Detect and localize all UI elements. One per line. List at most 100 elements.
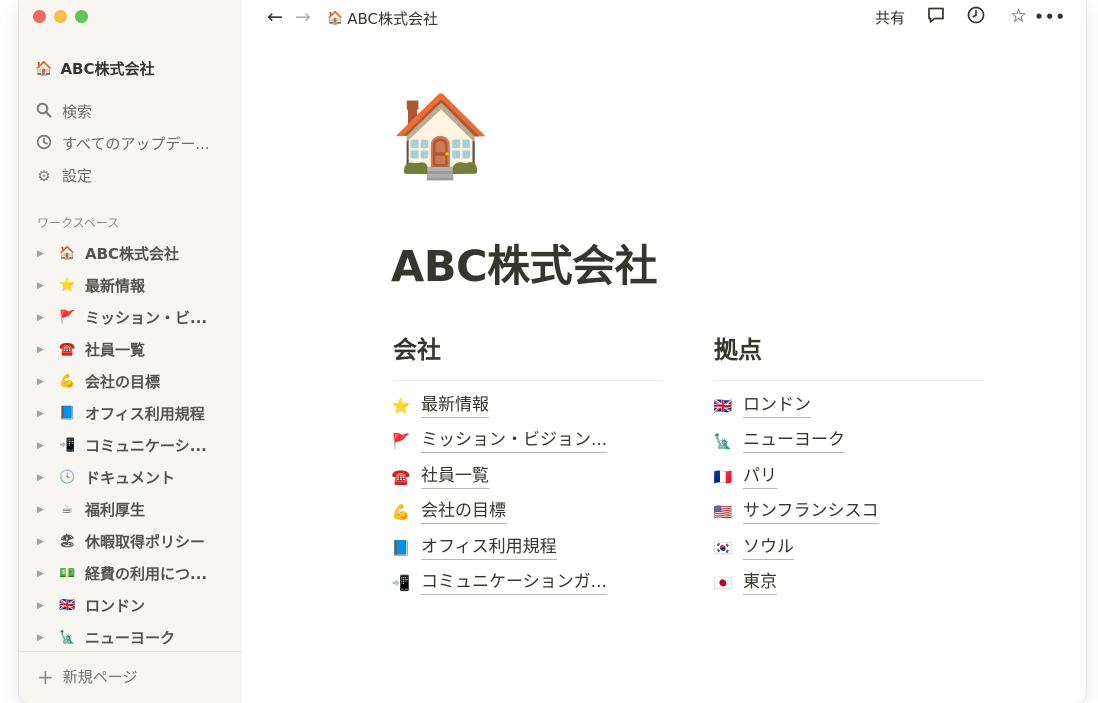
app-window: 🏠 ABC株式会社 検索 すべてのアップデー... ⚙ 設定 ワークスペース ▶… [19,0,1086,703]
sidebar-item-communication[interactable]: ▶ 📲 コミュニケーシ... [37,435,207,456]
sidebar-search[interactable]: 検索 [35,101,92,122]
expand-toggle-icon[interactable]: ▶ [37,473,49,483]
sidebar-item-label: 会社の目標 [85,373,161,391]
link-label: オフィス利用規程 [421,536,557,560]
link-seoul[interactable]: 🇰🇷 ソウル [713,536,794,560]
expand-toggle-icon[interactable]: ▶ [37,441,49,451]
sidebar-item-label: 福利厚生 [85,501,146,519]
expand-toggle-icon[interactable]: ▶ [37,569,49,579]
link-label: 最新情報 [421,394,489,418]
sidebar-item-label: コミュニケーシ... [85,437,207,455]
sidebar-item-newyork[interactable]: ▶ 🗽 ニューヨーク [37,627,175,648]
star-icon: ⭐ [59,278,76,293]
sidebar-item-abc[interactable]: ▶ 🏠 ABC株式会社 [37,243,179,264]
link-label: 会社の目標 [421,500,506,524]
link-goals[interactable]: 💪 会社の目標 [391,500,506,524]
sidebar-item-label: ABC株式会社 [85,245,180,263]
sidebar-settings[interactable]: ⚙ 設定 [35,165,92,186]
comment-icon[interactable] [926,5,946,30]
breadcrumb[interactable]: 🏠 ABC株式会社 [327,8,438,29]
link-london[interactable]: 🇬🇧 ロンドン [713,394,811,418]
blue-book-icon: 📘 [59,406,76,421]
sidebar-item-label: 社員一覧 [85,341,146,359]
back-arrow-icon[interactable]: ← [267,6,283,28]
page-house-icon[interactable]: 🏠 [391,88,491,184]
close-window-button[interactable] [33,10,46,23]
sidebar-item-vacation[interactable]: ▶ 🏖 休暇取得ポリシー [37,531,205,552]
offices-column-divider [714,380,984,381]
flexed-arm-icon: 💪 [391,503,411,521]
link-paris[interactable]: 🇫🇷 パリ [713,465,777,489]
sidebar-search-label: 検索 [62,103,93,121]
workspace-section-label: ワークスペース [37,216,120,230]
expand-toggle-icon[interactable]: ▶ [37,313,49,323]
house-icon: 🏠 [327,11,344,26]
blue-book-icon: 📘 [391,539,411,557]
expand-toggle-icon[interactable]: ▶ [37,537,49,547]
japan-flag-icon: 🇯🇵 [713,574,733,592]
link-tokyo[interactable]: 🇯🇵 東京 [713,571,777,595]
coffee-icon: ☕ [61,502,73,517]
beach-icon: 🏖 [59,534,76,549]
expand-toggle-icon[interactable]: ▶ [37,505,49,515]
sidebar-item-label: オフィス利用規程 [85,405,205,423]
link-label: ロンドン [743,394,811,418]
korea-flag-icon: 🇰🇷 [713,539,733,557]
sidebar-item-goals[interactable]: ▶ 💪 会社の目標 [37,371,160,392]
link-communication[interactable]: 📲 コミュニケーションガ... [391,571,607,595]
sidebar-item-label: 経費の利用につ... [85,565,208,583]
house-icon: 🏠 [35,60,53,77]
top-bar: ← → 🏠 ABC株式会社 共有 ☆ ••• [242,0,1086,36]
sidebar-item-expenses[interactable]: ▶ 💵 経費の利用につ... [37,563,207,584]
history-clock-icon[interactable] [966,5,986,30]
mobile-phone-icon: 📲 [391,574,411,592]
workspace-switcher[interactable]: 🏠 ABC株式会社 [35,58,155,79]
link-label: サンフランシスコ [743,500,879,524]
link-directory[interactable]: ☎️ 社員一覧 [391,465,489,489]
expand-toggle-icon[interactable]: ▶ [37,377,49,387]
link-label: ソウル [743,536,794,560]
expand-toggle-icon[interactable]: ▶ [37,345,49,355]
expand-toggle-icon[interactable]: ▶ [37,281,49,291]
share-button[interactable]: 共有 [875,7,905,28]
sidebar-item-documents[interactable]: ▶ 🕓 ドキュメント [37,467,175,488]
new-page-label: 新規ページ [62,668,138,686]
house-icon: 🏠 [59,246,76,261]
link-office-rules[interactable]: 📘 オフィス利用規程 [391,536,557,560]
link-sanfrancisco[interactable]: 🇺🇸 サンフランシスコ [713,500,879,524]
new-page-button[interactable]: + 新規ページ [37,666,137,687]
link-newyork[interactable]: 🗽 ニューヨーク [713,429,845,453]
sidebar-updates[interactable]: すべてのアップデー... [35,133,210,154]
expand-toggle-icon[interactable]: ▶ [37,409,49,419]
sidebar-item-benefits[interactable]: ▶ ☕ 福利厚生 [37,499,145,520]
page-title[interactable]: ABC株式会社 [391,232,658,294]
link-mission[interactable]: 🚩 ミッション・ビジョン... [391,429,608,453]
sidebar-item-directory[interactable]: ▶ ☎️ 社員一覧 [37,339,145,360]
expand-toggle-icon[interactable]: ▶ [37,633,49,643]
sidebar-settings-label: 設定 [62,167,93,185]
sidebar-item-label: ロンドン [85,597,146,615]
more-options-icon[interactable]: ••• [1034,8,1066,26]
minimize-window-button[interactable] [54,10,67,23]
zoom-window-button[interactable] [75,10,88,23]
company-column-heading: 会社 [393,336,441,364]
statue-of-liberty-icon: 🗽 [713,432,733,450]
expand-toggle-icon[interactable]: ▶ [37,249,49,259]
us-flag-icon: 🇺🇸 [713,503,733,521]
favorite-star-icon[interactable]: ☆ [1010,5,1027,27]
link-label: ニューヨーク [743,429,845,453]
breadcrumb-title: ABC株式会社 [347,10,438,28]
sidebar-item-mission[interactable]: ▶ 🚩 ミッション・ビ... [37,307,207,328]
sidebar-item-news[interactable]: ▶ ⭐ 最新情報 [37,275,145,296]
telephone-icon: ☎️ [391,468,411,486]
link-news[interactable]: ⭐ 最新情報 [391,394,489,418]
sidebar-divider [19,651,242,652]
statue-of-liberty-icon: 🗽 [59,630,76,645]
uk-flag-icon: 🇬🇧 [59,598,76,613]
expand-toggle-icon[interactable]: ▶ [37,601,49,611]
sidebar-item-office-rules[interactable]: ▶ 📘 オフィス利用規程 [37,403,205,424]
forward-arrow-icon[interactable]: → [295,6,311,28]
sidebar-item-london[interactable]: ▶ 🇬🇧 ロンドン [37,595,145,616]
link-label: ミッション・ビジョン... [421,429,608,453]
sidebar-item-label: 休暇取得ポリシー [85,533,206,551]
